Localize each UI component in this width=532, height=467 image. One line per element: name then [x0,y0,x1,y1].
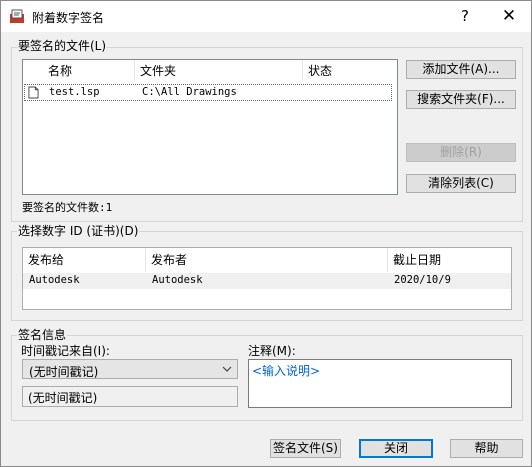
dialog-window: 附着数字签名 ? ✕ 要签名的文件(L) 名称 文件夹 状态 test.lsp … [0,0,532,467]
close-button[interactable]: 关闭 [359,439,433,458]
cert-issued-by: Autodesk [152,274,203,286]
help-icon[interactable]: ? [453,4,477,28]
timestamp-label: 时间戳记来自(I): [21,344,110,358]
timestamp-select[interactable]: (无时间戳记) [22,359,238,379]
help-button[interactable]: 帮助 [450,439,523,458]
title-bar: 附着数字签名 ? ✕ [1,1,531,32]
window-title: 附着数字签名 [32,11,105,25]
file-name: test.lsp [49,86,100,98]
search-folder-button[interactable]: 搜索文件夹(F)... [406,90,516,109]
file-icon [28,86,39,99]
files-col-name[interactable]: 名称 [43,60,135,82]
add-file-button[interactable]: 添加文件(A)... [406,60,516,79]
cert-expires: 2020/10/9 [394,274,451,286]
files-col-status[interactable]: 状态 [303,60,397,82]
cert-issued-to: Autodesk [29,274,80,286]
files-col-folder[interactable]: 文件夹 [135,60,303,82]
files-list[interactable]: 名称 文件夹 状态 test.lsp C:\All Drawings [22,59,398,195]
digital-signature-app-icon [10,9,24,23]
cert-col-issued-to[interactable]: 发布给 [23,248,146,272]
cert-group-label: 选择数字 ID (证书)(D) [17,224,140,238]
clear-list-button[interactable]: 清除列表(C) [406,174,516,193]
comment-field[interactable]: <输入说明> [248,359,512,408]
cert-col-issued-by[interactable]: 发布者 [146,248,388,272]
table-row[interactable]: test.lsp C:\All Drawings [24,84,392,101]
sig-group-label: 签名信息 [17,328,68,342]
sign-files-button[interactable]: 签名文件(S) [270,439,341,458]
table-row[interactable]: Autodesk Autodesk 2020/10/9 [23,273,511,289]
cert-col-expires[interactable]: 截止日期 [388,248,510,272]
file-count-label: 要签名的文件数:1 [22,201,113,214]
comment-label: 注释(M): [248,344,296,358]
timestamp-select-value: (无时间戳记) [29,365,99,379]
file-folder: C:\All Drawings [142,86,237,98]
chevron-down-icon [222,366,232,372]
timestamp-display: (无时间戳记) [22,386,238,407]
delete-button[interactable]: 删除(R) [406,143,516,162]
close-icon[interactable]: ✕ [497,4,521,28]
files-group-label: 要签名的文件(L) [17,39,108,53]
cert-list[interactable]: 发布给 发布者 截止日期 Autodesk Autodesk 2020/10/9 [22,247,512,310]
